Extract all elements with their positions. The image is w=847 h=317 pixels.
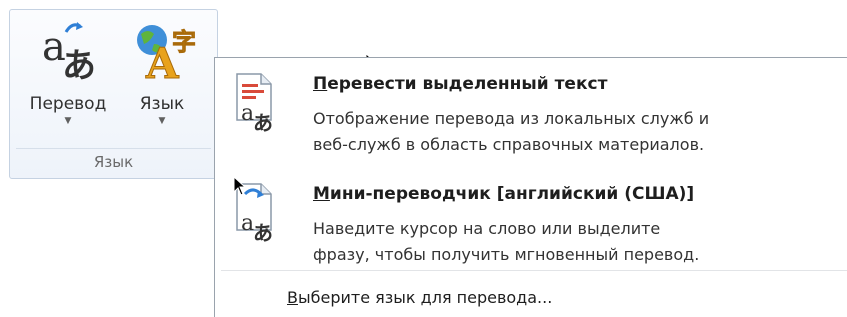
language-button-label: Язык	[139, 94, 185, 114]
group-divider	[16, 148, 211, 149]
language-button[interactable]: A 字 Язык ▼	[126, 14, 198, 142]
menu-item-description: Наведите курсор на слово или выделите фр…	[313, 219, 700, 264]
menu-item-choose-translation-language[interactable]: Выберите язык для перевода...	[287, 288, 552, 307]
translate-button[interactable]: a あ Перевод ▼	[16, 14, 120, 142]
language-globe-icon: A 字	[126, 20, 198, 82]
translate-icon: a あ	[42, 22, 96, 86]
menu-item-mini-translator[interactable]: a あ Мини-переводчик [английский (США)] Н…	[215, 176, 847, 276]
menu-item-description: Отображение перевода из локальных служб …	[313, 109, 710, 154]
translate-dropdown-menu: a あ Перевести выделенный текст Отображен…	[214, 57, 847, 317]
menu-item-title: Мини-переводчик [английский (США)]	[313, 184, 695, 204]
menu-divider	[221, 270, 847, 271]
menu-item-translate-selected-text[interactable]: a あ Перевести выделенный текст Отображен…	[215, 66, 847, 168]
menu-item-title: Перевести выделенный текст	[313, 74, 608, 94]
translate-document-icon: a あ	[231, 72, 281, 135]
svg-text:あ: あ	[253, 221, 273, 244]
group-label: Язык	[93, 153, 134, 171]
translate-button-label: Перевод	[29, 94, 107, 114]
ribbon-group-language: a あ Перевод ▼ A 字 Язык ▼ Язык	[9, 9, 218, 179]
chevron-down-icon: ▼	[158, 116, 166, 126]
svg-text:字: 字	[172, 28, 196, 56]
svg-text:あ: あ	[253, 111, 273, 134]
arrow-pointer-icon	[233, 176, 247, 196]
chevron-down-icon: ▼	[64, 116, 72, 126]
